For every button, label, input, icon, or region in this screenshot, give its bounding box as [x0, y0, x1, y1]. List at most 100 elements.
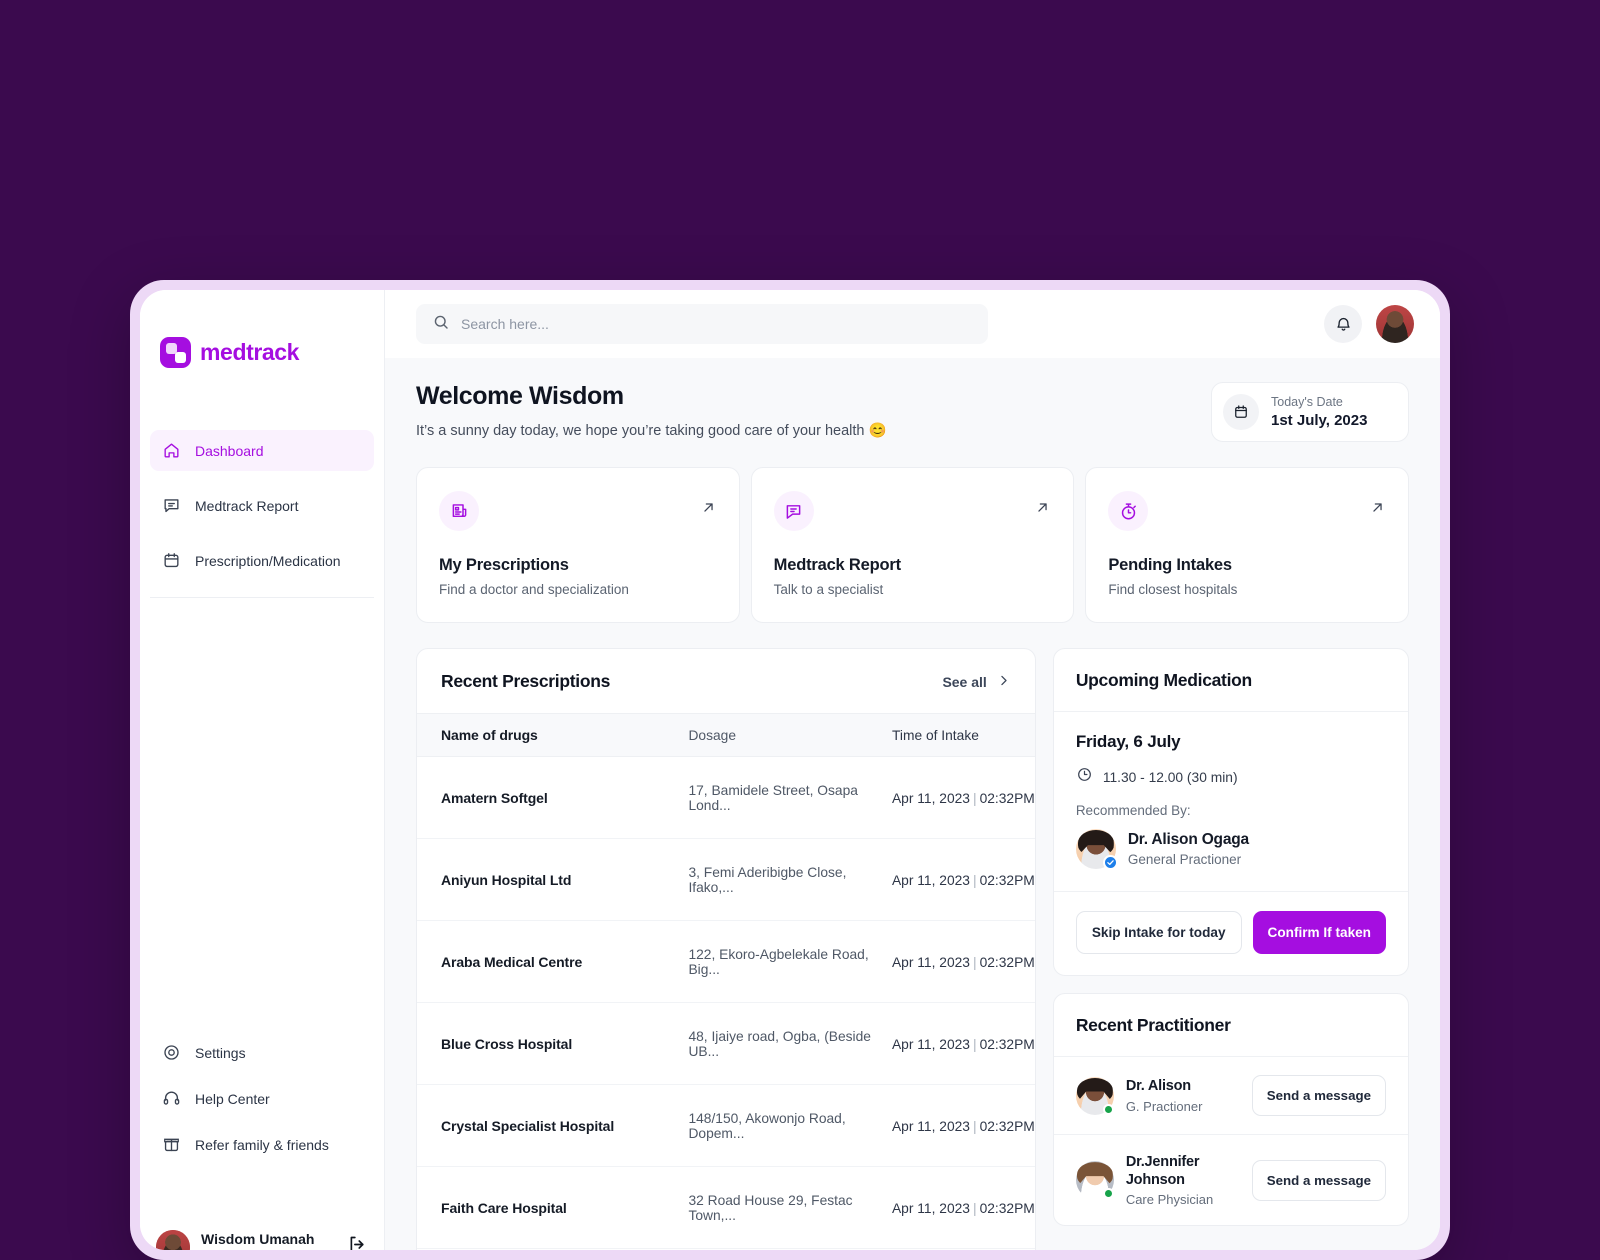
brand-name: medtrack: [200, 339, 300, 365]
cell-time-of-intake: Apr 11, 2023|02:32PM: [891, 838, 1035, 921]
stat-card-title: My Prescriptions: [439, 556, 569, 574]
cell-drug-name: Araba Medical Centre: [417, 920, 689, 1003]
practitioner-meta: Dr. Alison G. Practioner: [1126, 1077, 1222, 1113]
list-item[interactable]: Dr.Jennifer Johnson Care Physician Send …: [1054, 1135, 1408, 1225]
sidebar-user-block[interactable]: Wisdom Umanah wisdom@gmail.com: [140, 1230, 384, 1250]
stat-card-title: Medtrack Report: [773, 556, 901, 574]
table-row[interactable]: Amatern Softgel 17, Bamidele Street, Osa…: [417, 756, 1035, 839]
cell-time-of-intake: Apr 11, 2023|02:32PM: [891, 1084, 1035, 1167]
arrow-up-right-icon[interactable]: [1034, 499, 1051, 521]
avatar: [1075, 829, 1118, 870]
sidebar-item-medtrack-report[interactable]: Medtrack Report: [150, 485, 374, 526]
table-head: Name of drugs Dosage Time of Intake: [417, 713, 1035, 757]
cell-dosage: 48, Ijaiye road, Ogba, (Beside UB...: [688, 1002, 892, 1085]
panel-title: Recent Prescriptions: [441, 671, 611, 691]
gear-icon: [162, 1043, 181, 1062]
cell-dosage: 148/150, Akowonjo Road, Dopem...: [688, 1084, 892, 1167]
home-icon: [162, 441, 181, 460]
table-row[interactable]: Aniyun Hospital Ltd 3, Femi Aderibigbe C…: [417, 838, 1035, 921]
upcoming-medication-body: Friday, 6 July 11.30 - 12.00 (30 min) Re…: [1053, 712, 1408, 892]
cell-time-of-intake: Apr 11, 2023|02:32PM: [891, 1002, 1035, 1085]
topbar: [385, 290, 1440, 358]
user-name: Wisdom Umanah: [201, 1231, 315, 1247]
sidebar-item-settings[interactable]: Settings: [162, 1043, 362, 1062]
stat-card-medtrack-report[interactable]: Medtrack Report Talk to a specialist: [750, 467, 1075, 623]
search-input[interactable]: [461, 316, 972, 332]
avatar: [1075, 1076, 1114, 1115]
topbar-actions: [1324, 305, 1414, 343]
primary-navigation: Dashboard Medtrack Report Prescription/M…: [140, 430, 384, 598]
table-row[interactable]: Crystal Specialist Hospital 148/150, Ako…: [417, 1084, 1035, 1167]
cell-drug-name: Blue Cross Hospital: [417, 1002, 689, 1085]
todays-date-card: Today's Date 1st July, 2023: [1211, 382, 1409, 442]
send-message-button[interactable]: Send a message: [1251, 1159, 1386, 1201]
search-icon: [432, 313, 450, 336]
user-meta: Wisdom Umanah wisdom@gmail.com: [201, 1231, 336, 1250]
stat-card-pending-intakes[interactable]: Pending Intakes Find closest hospitals: [1085, 467, 1410, 623]
message-icon: [162, 496, 181, 515]
cell-time: 02:32PM: [979, 1036, 1035, 1052]
notification-bell-icon[interactable]: [1324, 305, 1362, 343]
doctor-meta: Dr. Alison Ogaga General Practioner: [1128, 831, 1249, 867]
practitioner-name: Dr. Alison: [1125, 1078, 1191, 1095]
doctor-name: Dr. Alison Ogaga: [1127, 831, 1249, 848]
medication-date: Friday, 6 July: [1075, 732, 1181, 751]
table-row[interactable]: Araba Medical Centre 122, Ekoro-Agbeleka…: [417, 920, 1035, 1003]
date-value: 1st July, 2023: [1271, 412, 1368, 429]
arrow-up-right-icon[interactable]: [700, 499, 717, 521]
topbar-avatar[interactable]: [1376, 305, 1414, 343]
sidebar-item-prescription-medication[interactable]: Prescription/Medication: [150, 540, 374, 581]
medication-time-range: 11.30 - 12.00 (30 min): [1102, 769, 1238, 785]
sidebar-item-dashboard[interactable]: Dashboard: [150, 430, 374, 471]
doctor-role: General Practioner: [1127, 852, 1242, 867]
sidebar-item-help-center[interactable]: Help Center: [162, 1089, 362, 1108]
panel-title: Upcoming Medication: [1075, 670, 1252, 690]
logout-icon[interactable]: [347, 1234, 368, 1250]
user-email: wisdom@gmail.com: [201, 1249, 336, 1250]
search-box[interactable]: [416, 304, 988, 344]
panel-header: Recent Practitioner: [1053, 994, 1408, 1057]
recent-prescriptions-panel: Recent Prescriptions See all Name of dru…: [416, 648, 1036, 1250]
brand-logo[interactable]: medtrack: [140, 290, 384, 368]
table-row[interactable]: Faith Care Hospital 32 Road House 29, Fe…: [417, 1166, 1035, 1249]
secondary-navigation: Settings Help Center Refer family & frie…: [140, 1043, 384, 1154]
upcoming-medication-panel: Upcoming Medication Friday, 6 July 11.30…: [1052, 648, 1409, 976]
medication-time-row: 11.30 - 12.00 (30 min): [1076, 766, 1386, 788]
welcome-text: Welcome Wisdom It’s a sunny day today, w…: [416, 382, 887, 439]
table-row[interactable]: Faith City Hospital- Ajao estate 16, Asa…: [417, 1248, 1035, 1250]
stat-card-my-prescriptions[interactable]: My Prescriptions Find a doctor and speci…: [416, 467, 740, 623]
table-row[interactable]: Blue Cross Hospital 48, Ijaiye road, Ogb…: [417, 1002, 1035, 1085]
avatar: [156, 1230, 190, 1250]
page-title: Welcome Wisdom: [416, 382, 624, 410]
panel-title: Recent Practitioner: [1075, 1015, 1231, 1035]
calendar-icon: [162, 551, 181, 570]
sidebar-item-refer-family-friends[interactable]: Refer family & friends: [162, 1135, 362, 1154]
cell-dosage: 122, Ekoro-Agbelekale Road, Big...: [688, 920, 892, 1003]
cell-date: Apr 11, 2023: [891, 872, 970, 888]
app-window: medtrack Dashboard Medtrack Report Presc…: [140, 290, 1440, 1250]
stat-cards-row: My Prescriptions Find a doctor and speci…: [416, 467, 1410, 623]
cell-drug-name: Aniyun Hospital Ltd: [417, 838, 689, 921]
report-chat-icon: [773, 491, 814, 531]
sidebar-item-label: Refer family & friends: [195, 1136, 329, 1153]
send-message-button[interactable]: Send a message: [1251, 1075, 1386, 1116]
right-column: Upcoming Medication Friday, 6 July 11.30…: [1052, 648, 1409, 1250]
recommending-doctor: Dr. Alison Ogaga General Practioner: [1075, 829, 1386, 870]
skip-intake-button[interactable]: Skip Intake for today: [1075, 911, 1242, 954]
dashboard-content: Welcome Wisdom It’s a sunny day today, w…: [385, 358, 1440, 1250]
arrow-up-right-icon[interactable]: [1369, 499, 1386, 521]
prescription-icon: [439, 491, 479, 531]
see-all-label: See all: [942, 673, 987, 690]
welcome-subtitle: It’s a sunny day today, we hope you’re t…: [416, 423, 887, 439]
confirm-if-taken-button[interactable]: Confirm If taken: [1252, 911, 1386, 954]
app-frame: medtrack Dashboard Medtrack Report Presc…: [130, 280, 1450, 1260]
cell-time: 02:32PM: [979, 954, 1035, 970]
cell-drug-name: Crystal Specialist Hospital: [417, 1084, 689, 1167]
practitioner-name: Dr.Jennifer Johnson: [1125, 1154, 1200, 1189]
list-item[interactable]: Dr. Alison G. Practioner Send a message: [1053, 1057, 1408, 1135]
stat-card-subtitle: Find a doctor and specialization: [439, 582, 629, 597]
see-all-link[interactable]: See all: [942, 673, 1010, 691]
table-body: Amatern Softgel 17, Bamidele Street, Osa…: [417, 756, 1035, 1250]
avatar: [1075, 1161, 1114, 1200]
chevron-right-icon: [996, 673, 1011, 691]
